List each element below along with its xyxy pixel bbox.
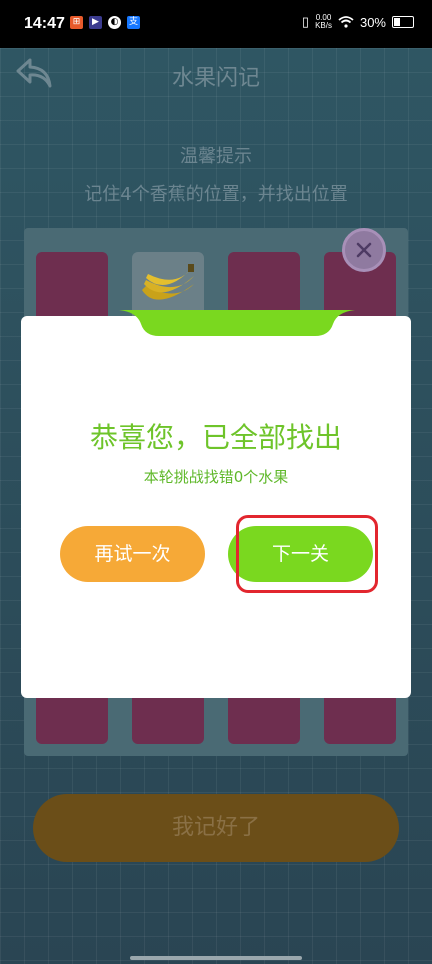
browser-app-icon: ◐: [108, 16, 121, 29]
wifi-icon: [338, 16, 354, 28]
battery-icon: [392, 16, 414, 28]
retry-button[interactable]: 再试一次: [60, 526, 205, 582]
notification-app-icon: ⊞: [70, 16, 83, 29]
close-icon: [356, 242, 372, 258]
status-time: 14:47: [24, 15, 65, 32]
remember-button[interactable]: 我记好了: [33, 794, 399, 862]
page-title: 水果闪记: [171, 66, 260, 91]
congrats-heading: 恭喜您，已全部找出: [89, 421, 342, 454]
close-button[interactable]: [342, 228, 386, 272]
card[interactable]: [36, 252, 108, 324]
result-dialog: 恭喜您，已全部找出 本轮挑战找错0个水果 再试一次 下一关: [21, 310, 411, 698]
media-app-icon: ▶: [89, 16, 102, 29]
status-right: ▯ 0.00 KB/s 30%: [302, 14, 414, 30]
dialog-tab: [119, 310, 355, 336]
tip-title: 温馨提示: [180, 146, 252, 167]
home-indicator: [130, 956, 302, 960]
result-summary: 本轮挑战找错0个水果: [143, 468, 289, 486]
alipay-icon: 支: [127, 16, 140, 29]
vibrate-icon: ▯: [301, 14, 310, 29]
tip-text: 记住4个香蕉的位置，并找出位置: [84, 184, 348, 205]
status-bar: 14:47 ⊞ ▶ ◐ 支 ▯ 0.00 KB/s 30%: [0, 0, 432, 48]
banana-icon: [142, 264, 194, 300]
battery-percent: 30%: [359, 14, 386, 30]
next-button-highlight: [236, 515, 378, 593]
notification-icons: ⊞ ▶ ◐ 支: [70, 16, 140, 29]
net-speed: 0.00 KB/s: [315, 13, 332, 30]
